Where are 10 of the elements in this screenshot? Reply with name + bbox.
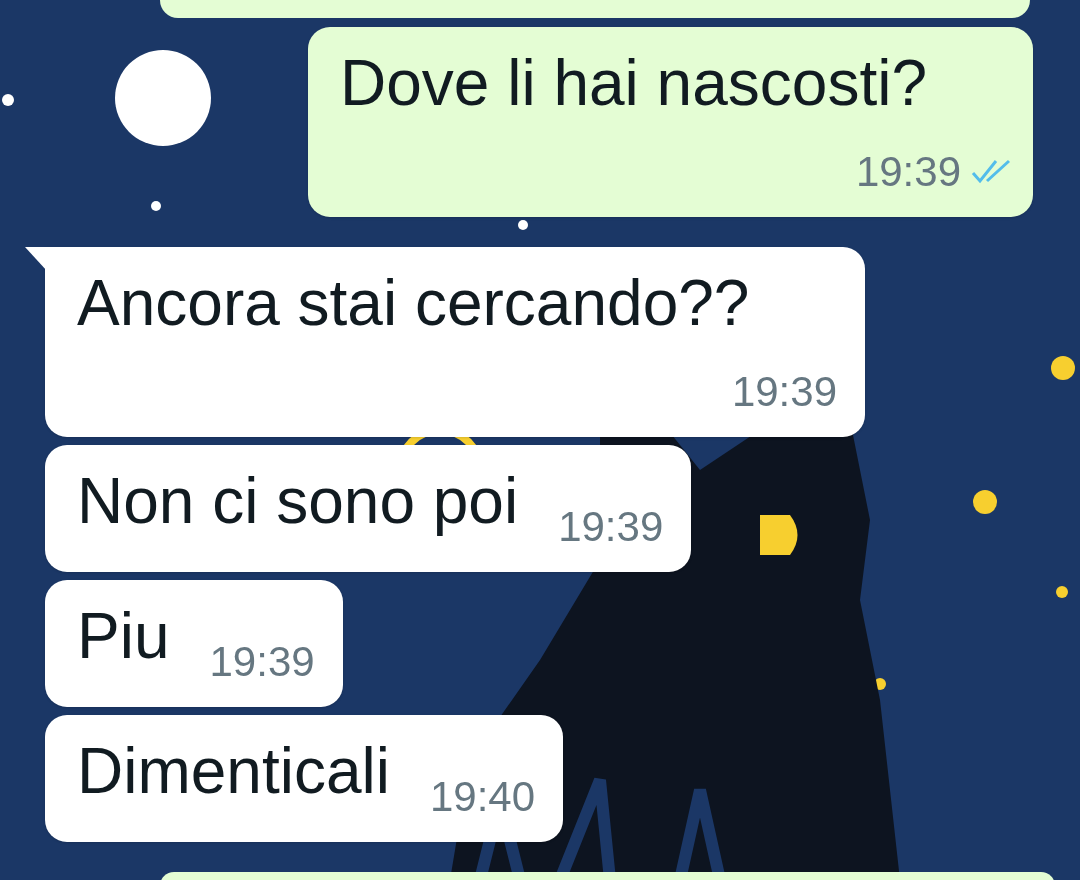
message-text: Ancora stai cercando?? <box>77 266 750 341</box>
message-time: 19:39 <box>558 503 664 551</box>
message-time: 19:40 <box>429 773 536 821</box>
message-text: Piu <box>77 599 170 674</box>
message-time: 19:39 <box>731 368 837 416</box>
message-time: 19:39 <box>855 148 961 196</box>
message-time: 19:39 <box>209 638 315 686</box>
message-text: Dove li hai nascosti? <box>340 46 927 121</box>
message-text: Dimenticali <box>77 734 390 809</box>
message-text: Non ci sono poi <box>77 464 519 539</box>
